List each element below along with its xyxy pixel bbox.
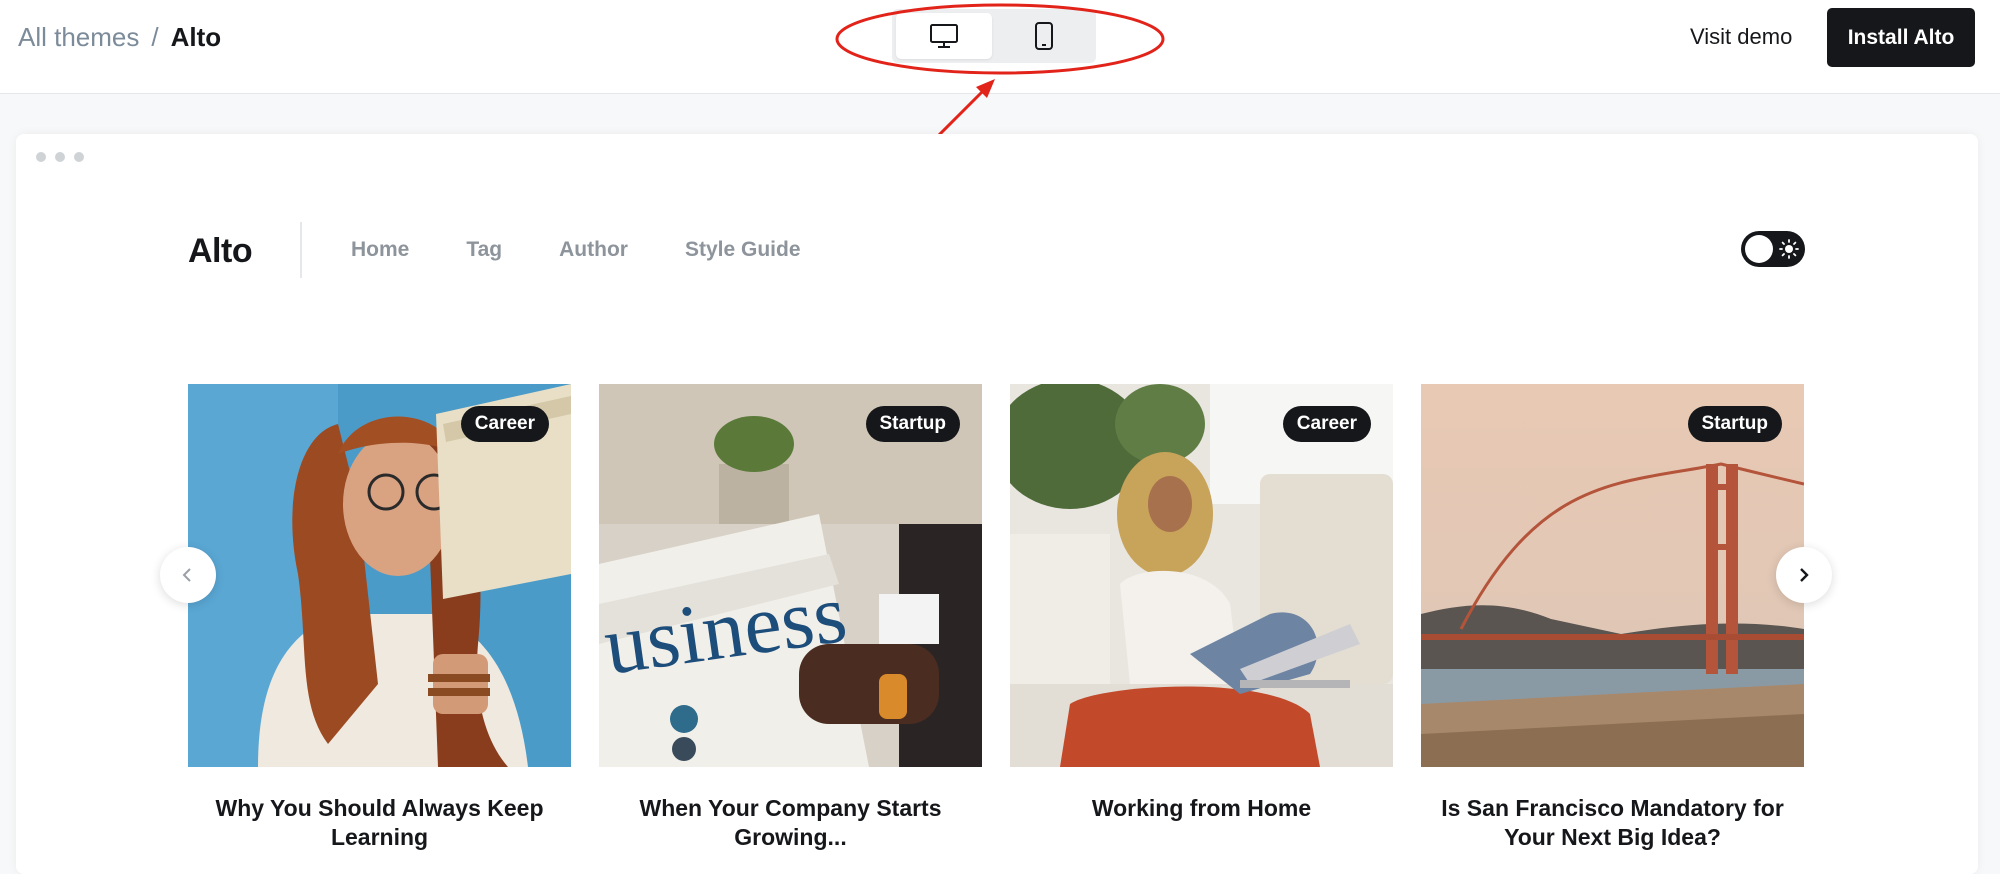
post-tag-badge[interactable]: Startup (1687, 406, 1782, 442)
site-nav: Home Tag Author Style Guide (351, 238, 801, 262)
post-card-image-business-newspaper[interactable]: usiness Startup (599, 384, 982, 767)
post-card-image-working-from-home[interactable]: Career (1010, 384, 1393, 767)
post-card-image-golden-gate-bridge[interactable]: Startup (1421, 384, 1804, 767)
site-nav-style-guide[interactable]: Style Guide (685, 238, 801, 262)
breadcrumb: All themes / Alto (18, 20, 221, 54)
toggle-knob (1745, 235, 1773, 263)
post-title[interactable]: Working from Home (1010, 794, 1393, 823)
visit-demo-link[interactable]: Visit demo (1690, 22, 1792, 52)
breadcrumb-all-themes-link[interactable]: All themes (18, 22, 139, 52)
desktop-view-button[interactable] (896, 13, 992, 59)
site-nav-author[interactable]: Author (559, 238, 628, 262)
theme-preview-topbar: All themes / Alto Visit demo Install Alto (0, 0, 2000, 94)
breadcrumb-current-theme: Alto (170, 22, 222, 52)
theme-preview-frame: Alto Home Tag Author Style Guide Career … (16, 134, 1978, 874)
window-dot (55, 152, 65, 162)
install-theme-button[interactable]: Install Alto (1827, 8, 1975, 67)
post-tag-badge[interactable]: Career (1282, 406, 1371, 442)
carousel-prev-button[interactable] (160, 547, 216, 603)
desktop-monitor-icon (930, 24, 958, 48)
post-title[interactable]: Why You Should Always Keep Learning (188, 794, 571, 852)
chevron-right-icon (1800, 568, 1809, 582)
device-switch (892, 9, 1096, 63)
breadcrumb-separator: / (151, 22, 159, 52)
site-nav-tag[interactable]: Tag (466, 238, 502, 262)
mobile-phone-icon (1035, 22, 1053, 50)
sun-icon (1779, 239, 1799, 259)
carousel-next-button[interactable] (1776, 547, 1832, 603)
chevron-left-icon (182, 568, 191, 582)
dark-mode-toggle[interactable] (1741, 231, 1805, 267)
post-card-image-woman-reading[interactable]: Career (188, 384, 571, 767)
featured-posts-carousel: Career Why You Should Always Keep Learni… (188, 384, 1806, 864)
site-logo[interactable]: Alto (188, 232, 253, 271)
site-nav-home[interactable]: Home (351, 238, 409, 262)
post-title[interactable]: When Your Company Starts Growing... (599, 794, 982, 852)
window-dot (36, 152, 46, 162)
site-header-divider (300, 222, 302, 278)
window-dots (36, 152, 84, 162)
post-tag-badge[interactable]: Career (460, 406, 549, 442)
post-title[interactable]: Is San Francisco Mandatory for Your Next… (1421, 794, 1804, 852)
window-dot (74, 152, 84, 162)
mobile-view-button[interactable] (996, 13, 1092, 59)
post-tag-badge[interactable]: Startup (865, 406, 960, 442)
